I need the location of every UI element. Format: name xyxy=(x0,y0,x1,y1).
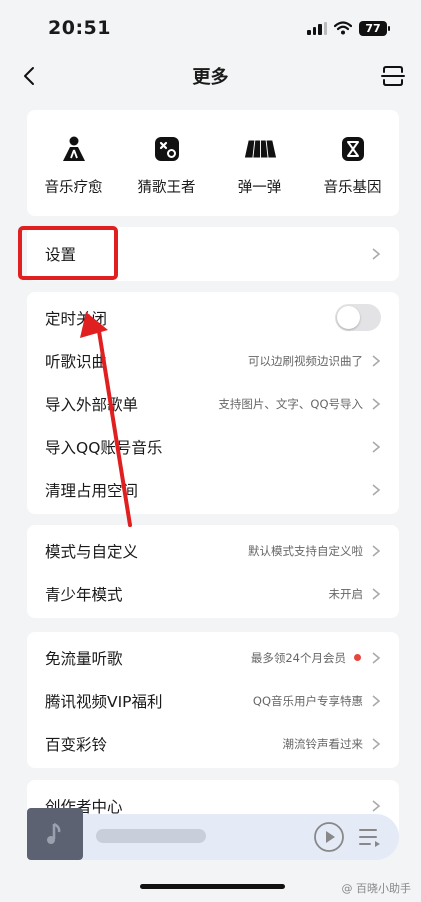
row-hint: 可以边刷视频边识曲了 xyxy=(248,353,363,368)
quick-label: 猜歌王者 xyxy=(137,180,196,196)
benefits-group: 免流量听歌 最多领24个月会员 腾讯视频VIP福利 QQ音乐用户专享特惠 百变彩… xyxy=(27,632,399,768)
row-label: 青少年模式 xyxy=(45,585,123,604)
row-hint: 默认模式支持自定义啦 xyxy=(248,543,363,558)
status-icons: 77 xyxy=(307,20,390,36)
playlist-icon[interactable] xyxy=(358,826,382,848)
album-cover[interactable] xyxy=(27,808,83,860)
mode-custom-row[interactable]: 模式与自定义 默认模式支持自定义啦 xyxy=(27,529,399,572)
wifi-icon xyxy=(334,21,352,35)
youth-mode-row[interactable]: 青少年模式 未开启 xyxy=(27,572,399,615)
general-group: 定时关闭 听歌识曲 可以边刷视频边识曲了 导入外部歌单 支持图片、文字、QQ号导… xyxy=(27,292,399,514)
clear-storage-row[interactable]: 清理占用空间 xyxy=(27,468,399,511)
chevron-right-icon xyxy=(372,587,381,600)
quick-item-music-gene[interactable]: 音乐基因 xyxy=(306,110,399,216)
scan-icon[interactable] xyxy=(379,62,407,90)
row-label: 导入外部歌单 xyxy=(45,395,139,414)
import-playlist-row[interactable]: 导入外部歌单 支持图片、文字、QQ号导入 xyxy=(27,382,399,425)
row-label: 腾讯视频VIP福利 xyxy=(45,692,163,711)
back-arrow-icon[interactable] xyxy=(18,64,42,88)
song-title-blurred xyxy=(96,829,206,843)
chevron-right-icon xyxy=(372,248,381,260)
person-icon xyxy=(57,132,91,166)
chevron-right-icon xyxy=(372,397,381,410)
quick-label: 音乐疗愈 xyxy=(44,180,103,196)
battery-icon: 77 xyxy=(359,20,390,36)
row-label: 听歌识曲 xyxy=(45,352,108,371)
chevron-right-icon xyxy=(372,483,381,496)
dice-icon xyxy=(150,132,184,166)
home-indicator xyxy=(140,884,285,889)
watermark: @ 百晓小助手 xyxy=(341,882,412,895)
chevron-right-icon xyxy=(372,799,381,812)
ringtone-row[interactable]: 百变彩铃 潮流铃声看过来 xyxy=(27,722,399,765)
quick-actions-card: 音乐疗愈 猜歌王者 弹一弹 音乐基因 xyxy=(27,110,399,216)
mode-group: 模式与自定义 默认模式支持自定义啦 青少年模式 未开启 xyxy=(27,525,399,618)
highlight-box xyxy=(18,226,118,280)
chevron-right-icon xyxy=(372,440,381,453)
row-label: 清理占用空间 xyxy=(45,481,139,500)
row-hint: 潮流铃声看过来 xyxy=(282,736,364,751)
quick-label: 弹一弹 xyxy=(237,180,282,196)
row-label: 定时关闭 xyxy=(45,309,108,328)
tencent-video-vip-row[interactable]: 腾讯视频VIP福利 QQ音乐用户专享特惠 xyxy=(27,679,399,722)
status-time: 20:51 xyxy=(48,17,111,39)
song-recognition-row[interactable]: 听歌识曲 可以边刷视频边识曲了 xyxy=(27,339,399,382)
quick-label: 音乐基因 xyxy=(323,180,382,196)
row-label: 免流量听歌 xyxy=(45,649,123,668)
quick-item-music-healing[interactable]: 音乐疗愈 xyxy=(27,110,120,216)
row-hint: 支持图片、文字、QQ号导入 xyxy=(218,396,363,411)
hourglass-icon xyxy=(336,132,370,166)
music-note-icon xyxy=(47,822,61,844)
row-hint: 未开启 xyxy=(328,586,364,601)
import-qq-music-row[interactable]: 导入QQ账号音乐 xyxy=(27,425,399,468)
row-hint: 最多领24个月会员 xyxy=(250,650,346,665)
row-hint: QQ音乐用户专享特惠 xyxy=(252,693,363,708)
play-icon[interactable] xyxy=(313,821,345,853)
page-title: 更多 xyxy=(192,67,229,88)
notification-dot xyxy=(354,654,361,661)
chevron-right-icon xyxy=(372,651,381,664)
quick-item-piano[interactable]: 弹一弹 xyxy=(213,110,306,216)
chevron-right-icon xyxy=(372,544,381,557)
chevron-right-icon xyxy=(372,737,381,750)
chevron-right-icon xyxy=(372,354,381,367)
timer-close-toggle[interactable] xyxy=(335,304,381,331)
nav-bar: 更多 xyxy=(0,56,421,96)
free-data-row[interactable]: 免流量听歌 最多领24个月会员 xyxy=(27,636,399,679)
signal-icon xyxy=(307,21,327,35)
piano-icon xyxy=(243,132,277,166)
timer-close-row[interactable]: 定时关闭 xyxy=(27,296,399,339)
status-bar: 20:51 77 xyxy=(0,0,421,56)
chevron-right-icon xyxy=(372,694,381,707)
row-label: 百变彩铃 xyxy=(45,735,108,754)
row-label: 导入QQ账号音乐 xyxy=(45,438,163,457)
row-label: 模式与自定义 xyxy=(45,542,139,561)
quick-item-guess-song[interactable]: 猜歌王者 xyxy=(120,110,213,216)
